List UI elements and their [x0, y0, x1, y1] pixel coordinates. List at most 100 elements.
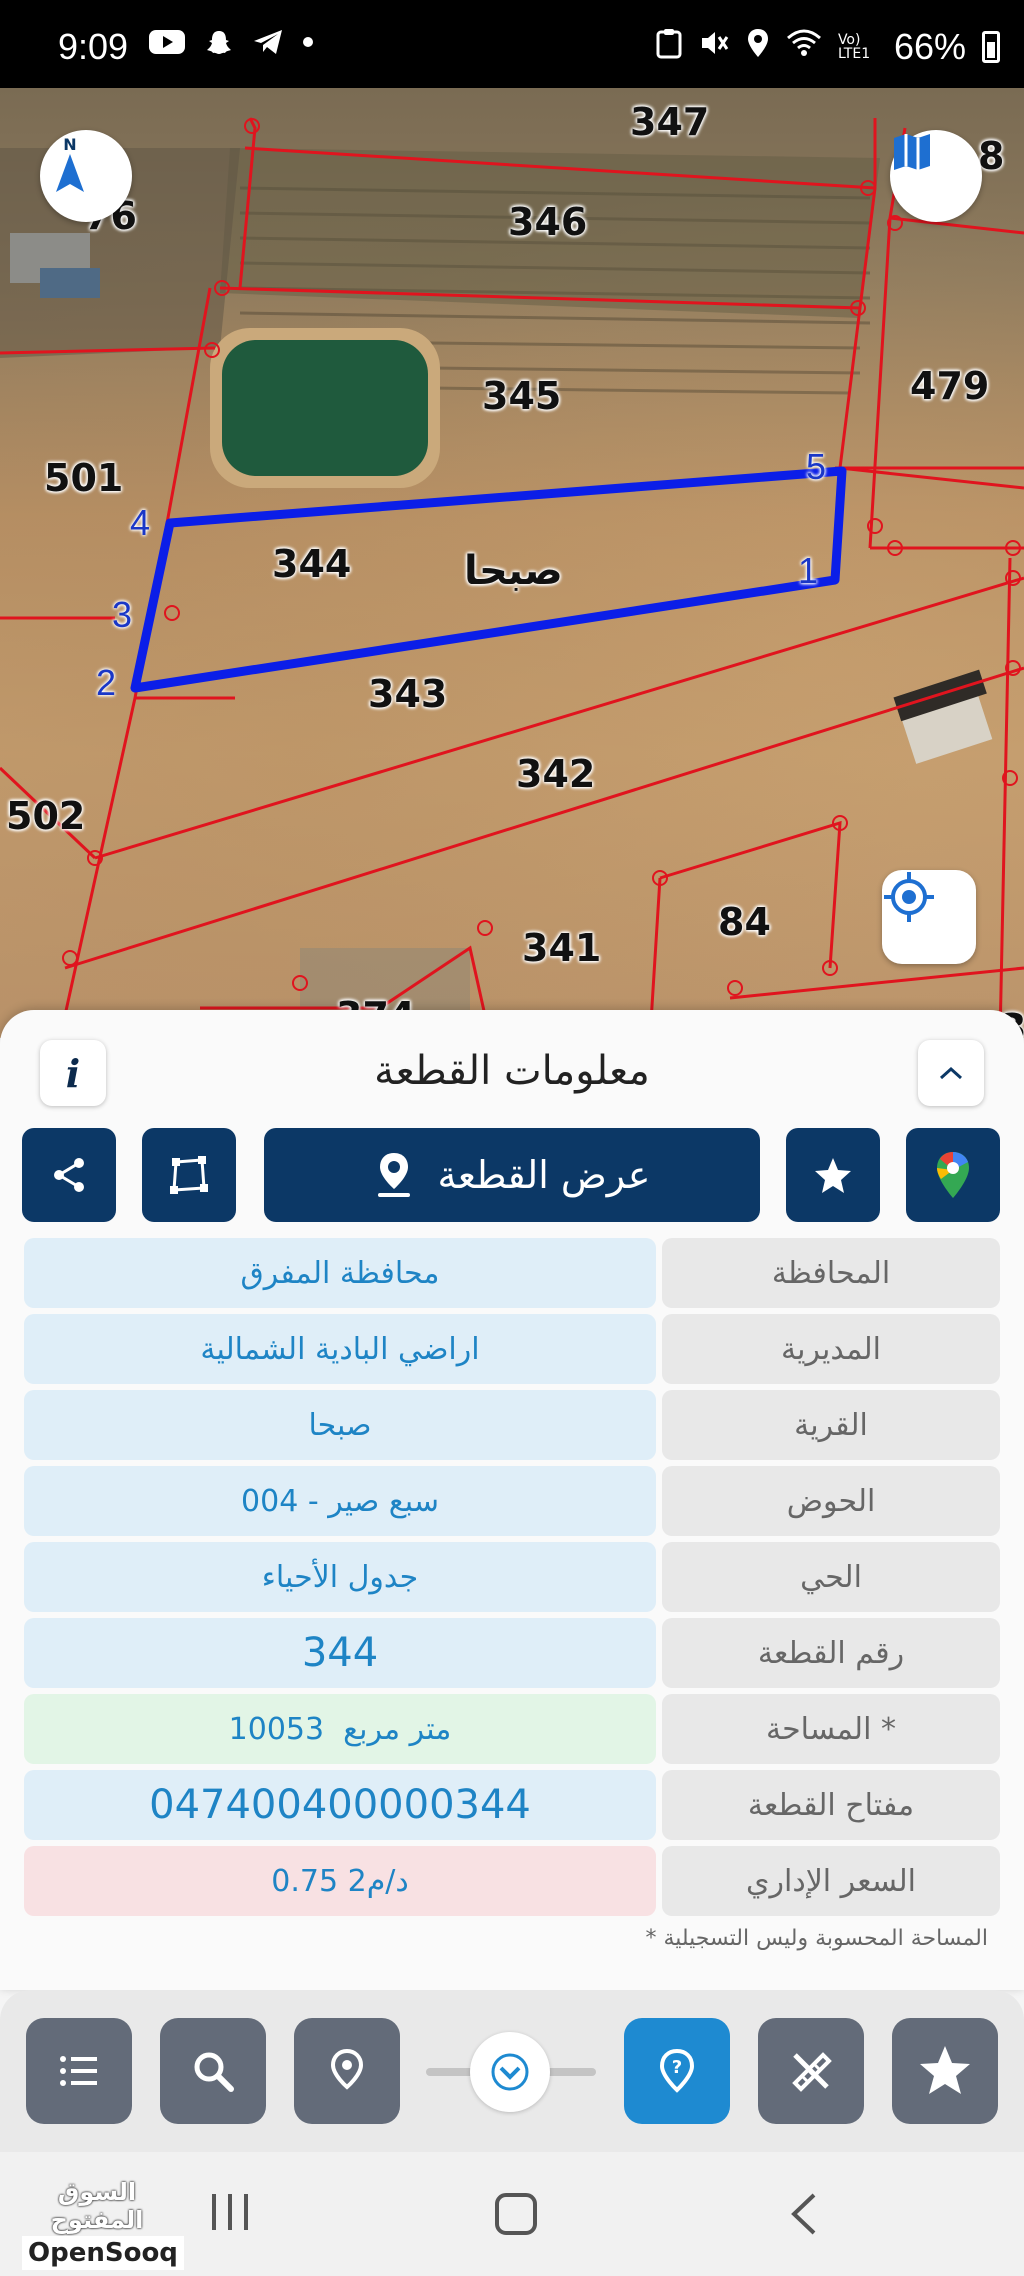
parcel-label-501: 501 [44, 456, 124, 500]
parcel-details-table: محافظة المفرق المحافظة اراضي البادية الش… [24, 1238, 1000, 1922]
parcel-label-479: 479 [910, 364, 990, 408]
help-location-button[interactable]: ? [624, 2018, 730, 2124]
favorites-button[interactable] [892, 2018, 998, 2124]
system-icons: Vo) LTE1 66% [656, 26, 1000, 68]
search-button[interactable] [160, 2018, 266, 2124]
my-location-button[interactable] [882, 870, 976, 964]
governorate-value: محافظة المفرق [24, 1238, 656, 1308]
tools-button[interactable] [758, 2018, 864, 2124]
location-pin-icon [377, 1153, 410, 1197]
home-button[interactable] [494, 2192, 538, 2240]
location-pin-button[interactable] [294, 2018, 400, 2124]
map-layers-button[interactable] [890, 130, 982, 222]
vertex-label-5: 5 [806, 446, 827, 487]
watermark-arabic: السوق المفتوح [50, 2178, 144, 2234]
favorite-button[interactable] [786, 1128, 880, 1222]
crosshair-icon [884, 872, 934, 922]
table-row: جدول الأحياء الحي [24, 1542, 1000, 1612]
dot-icon [302, 28, 314, 66]
bottom-toolbar: ? [0, 1990, 1024, 2152]
location-icon [746, 27, 770, 67]
action-row: عرض القطعة [22, 1128, 1002, 1222]
polygon-button[interactable] [142, 1128, 236, 1222]
parcel-label-344: 344 [272, 542, 352, 586]
recent-apps-icon [212, 2194, 248, 2230]
search-icon [194, 2052, 234, 2092]
neighborhood-value: جدول الأحياء [24, 1542, 656, 1612]
compass-letter: N [63, 135, 76, 154]
area-value: 10053 متر مربع [24, 1694, 656, 1764]
table-row: سبع صير - 004 الحوض [24, 1466, 1000, 1536]
compass-button[interactable]: N [40, 130, 132, 222]
parcel-label-502: 502 [6, 794, 86, 838]
watermark-english: OpenSooq [22, 2236, 184, 2270]
list-icon [60, 2056, 97, 2086]
admin-price-value: 0.75 د/م2 [24, 1846, 656, 1916]
vertex-label-3: 3 [112, 594, 133, 635]
back-icon [791, 2193, 816, 2235]
recent-apps-button[interactable] [208, 2192, 252, 2236]
vertex-label-4: 4 [130, 502, 151, 543]
google-maps-icon [937, 1152, 969, 1198]
mute-icon [698, 27, 730, 67]
compass-icon: N [56, 135, 84, 192]
back-button[interactable] [786, 2192, 822, 2240]
measure-tools-icon [792, 2052, 832, 2092]
table-row: 047400400000344 مفتاح القطعة [24, 1770, 1000, 1840]
parcel-label-345: 345 [482, 374, 562, 418]
parcel-label-341: 341 [522, 926, 602, 970]
parcel-key-label: مفتاح القطعة [662, 1770, 1000, 1840]
table-row: 344 رقم القطعة [24, 1618, 1000, 1688]
telegram-icon [252, 28, 284, 66]
map-icon [894, 134, 930, 170]
network-label: Vo) LTE1 [837, 32, 871, 62]
status-bar: 9:09 Vo) LTE1 66% [0, 0, 1024, 88]
show-parcel-label: عرض القطعة [437, 1153, 651, 1197]
snapchat-icon [204, 28, 234, 66]
vertex-label-1: 1 [798, 550, 819, 591]
directorate-value: اراضي البادية الشمالية [24, 1314, 656, 1384]
share-button[interactable] [22, 1128, 116, 1222]
village-map-label: صبحا [464, 548, 563, 594]
star-icon [920, 2046, 970, 2094]
expand-toggle[interactable] [470, 2032, 550, 2112]
parcel-label-346: 346 [508, 200, 588, 244]
location-pin-icon [330, 2048, 364, 2090]
basin-label: الحوض [662, 1466, 1000, 1536]
help-location-icon: ? [659, 2048, 695, 2093]
satellite-map[interactable]: 347 346 345 344 343 342 341 84 479 501 5… [0, 88, 1024, 1038]
neighborhood-label: الحي [662, 1542, 1000, 1612]
list-button[interactable] [26, 2018, 132, 2124]
chevron-up-icon [939, 1066, 963, 1080]
parcel-label-84: 84 [718, 900, 771, 944]
table-row: صبحا القرية [24, 1390, 1000, 1460]
table-row: 0.75 د/م2 السعر الإداري [24, 1846, 1000, 1916]
show-parcel-button[interactable]: عرض القطعة [264, 1128, 760, 1222]
area-label: المساحة * [662, 1694, 1000, 1764]
admin-price-label: السعر الإداري [662, 1846, 1000, 1916]
parcel-label-342: 342 [516, 752, 596, 796]
area-footnote: * المساحة المحسوبة وليس التسجيلية [645, 1926, 988, 1951]
chevron-down-icon [491, 2053, 529, 2091]
village-label: القرية [662, 1390, 1000, 1460]
notification-icons [148, 28, 314, 66]
basin-value: سبع صير - 004 [24, 1466, 656, 1536]
parcel-key-value: 047400400000344 [24, 1770, 656, 1840]
opensooq-watermark: السوق المفتوح OpenSooq [22, 2178, 184, 2270]
parcel-label-8: 8 [978, 134, 1005, 178]
parcel-info-panel: i معلومات القطعة عرض القطعة محافظة المفر… [0, 1010, 1024, 1990]
collapse-button[interactable] [918, 1040, 984, 1106]
village-value: صبحا [24, 1390, 656, 1460]
vertex-label-2: 2 [96, 662, 117, 703]
google-maps-button[interactable] [906, 1128, 1000, 1222]
svg-text:?: ? [672, 2057, 682, 2078]
parcel-number-value: 344 [24, 1618, 656, 1688]
governorate-label: المحافظة [662, 1238, 1000, 1308]
home-icon [495, 2193, 537, 2235]
star-icon [815, 1158, 851, 1193]
clipboard-icon [656, 27, 682, 67]
table-row: 10053 متر مربع المساحة * [24, 1694, 1000, 1764]
status-time: 9:09 [58, 26, 129, 67]
youtube-icon [148, 28, 186, 66]
battery-percent: 66% [893, 26, 966, 67]
